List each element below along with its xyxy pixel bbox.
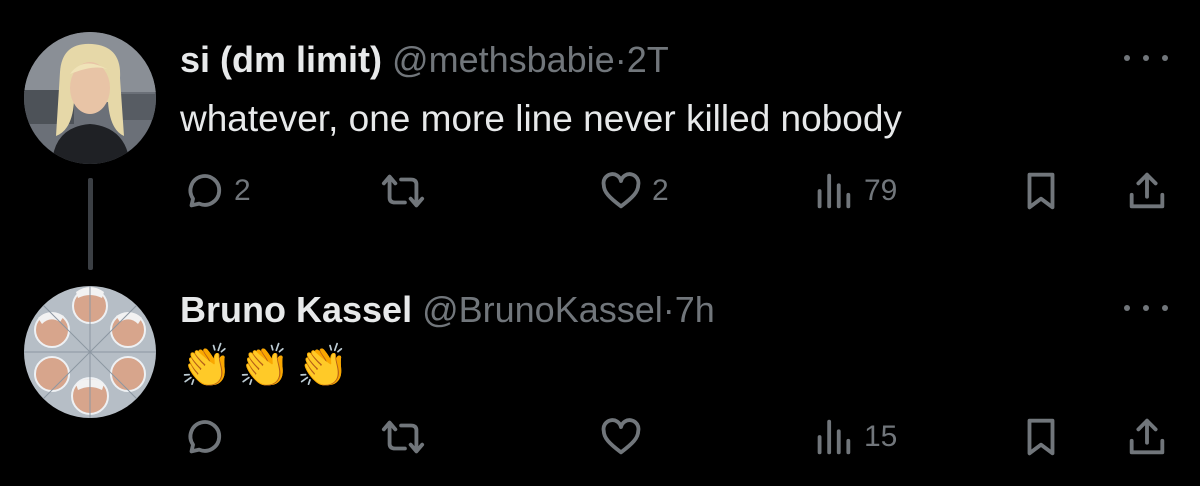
like-icon	[601, 172, 641, 209]
tweet-2[interactable]: Bruno Kassel @BrunoKassel·7h 👏 👏 👏 15	[0, 278, 1200, 486]
views-count: 15	[864, 420, 898, 453]
separator-dot: ·	[662, 289, 675, 330]
like-button[interactable]: 2	[598, 166, 669, 216]
more-icon[interactable]	[1124, 296, 1168, 320]
repost-button[interactable]	[380, 412, 434, 462]
views-count: 79	[864, 174, 898, 207]
separator-dot: ·	[614, 39, 627, 80]
reply-button[interactable]	[180, 412, 234, 462]
author-name[interactable]: si (dm limit)	[180, 39, 382, 80]
views-button[interactable]: 15	[810, 412, 897, 462]
like-count: 2	[652, 174, 669, 207]
reply-button[interactable]: 2	[180, 166, 251, 216]
author-name[interactable]: Bruno Kassel	[180, 289, 412, 330]
bookmark-icon	[1027, 418, 1055, 456]
share-icon	[1129, 172, 1165, 209]
tweet-header: Bruno Kassel @BrunoKassel·7h	[180, 288, 715, 332]
like-button[interactable]	[598, 412, 652, 462]
bookmark-button[interactable]	[1018, 412, 1064, 462]
clapping-hands-emoji: 👏	[180, 342, 233, 389]
tweet-1[interactable]: si (dm limit) @methsbabie·2T whatever, o…	[0, 0, 1200, 278]
author-handle[interactable]: @BrunoKassel	[422, 289, 663, 330]
like-icon	[601, 418, 641, 455]
views-button[interactable]: 79	[810, 166, 897, 216]
share-icon	[1129, 418, 1165, 455]
more-icon[interactable]	[1124, 46, 1168, 70]
author-handle[interactable]: @methsbabie	[392, 39, 615, 80]
bookmark-icon	[1027, 172, 1055, 210]
action-bar: 2 2 79	[180, 166, 1172, 216]
repost-icon	[381, 174, 425, 208]
views-icon	[817, 419, 851, 455]
reply-icon	[188, 174, 222, 208]
timestamp[interactable]: 2T	[627, 39, 669, 80]
bookmark-button[interactable]	[1018, 166, 1064, 216]
tweet-text: whatever, one more line never killed nob…	[180, 98, 902, 139]
views-icon	[817, 173, 851, 209]
tweet-header: si (dm limit) @methsbabie·2T	[180, 38, 669, 82]
avatar[interactable]	[24, 32, 156, 164]
repost-icon	[381, 420, 425, 454]
clapping-hands-emoji: 👏	[238, 342, 291, 389]
repost-button[interactable]	[380, 166, 434, 216]
share-button[interactable]	[1124, 166, 1170, 216]
reply-count: 2	[234, 174, 251, 207]
tweet-text: 👏 👏 👏	[180, 338, 355, 394]
action-bar: 15	[180, 412, 1172, 462]
thread-line	[88, 178, 93, 270]
reply-icon	[188, 420, 222, 454]
clapping-hands-emoji: 👏	[296, 342, 349, 389]
share-button[interactable]	[1124, 412, 1170, 462]
avatar[interactable]	[24, 286, 156, 418]
timestamp[interactable]: 7h	[675, 289, 715, 330]
